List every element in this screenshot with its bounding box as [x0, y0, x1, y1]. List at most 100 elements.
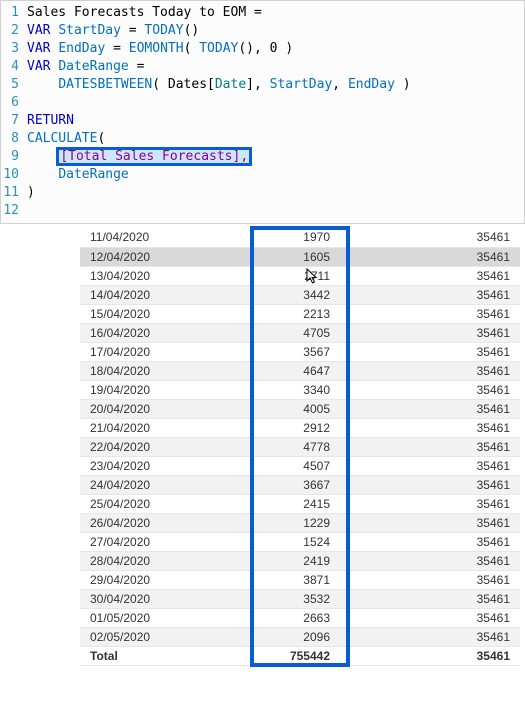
cell-total[interactable]: 35461 — [340, 380, 520, 399]
cell-date[interactable]: 27/04/2020 — [80, 532, 170, 551]
cell-value[interactable]: 1229 — [170, 513, 340, 532]
table-row[interactable]: 18/04/2020464735461 — [80, 361, 520, 380]
cell-value[interactable]: 2415 — [170, 494, 340, 513]
table-row[interactable]: 17/04/2020356735461 — [80, 342, 520, 361]
cell-date[interactable]: 26/04/2020 — [80, 513, 170, 532]
cell-total[interactable]: 35461 — [340, 494, 520, 513]
code-line[interactable]: 3VAR EndDay = EOMONTH( TODAY(), 0 ) — [1, 39, 524, 57]
table-row[interactable]: 01/05/2020266335461 — [80, 608, 520, 627]
cell-total[interactable]: 35461 — [340, 361, 520, 380]
cell-date[interactable]: 14/04/2020 — [80, 285, 170, 304]
cell-value[interactable]: 2711 — [170, 266, 340, 285]
cell-value[interactable]: 2213 — [170, 304, 340, 323]
cell-total[interactable]: 35461 — [340, 247, 520, 266]
code-line[interactable]: 11) — [1, 183, 524, 201]
cell-total[interactable]: 35461 — [340, 627, 520, 646]
cell-date[interactable]: 17/04/2020 — [80, 342, 170, 361]
cell-value[interactable]: 2096 — [170, 627, 340, 646]
cell-value[interactable]: 4778 — [170, 437, 340, 456]
code-content[interactable]: [Total Sales Forecasts], — [27, 149, 524, 164]
cell-total[interactable]: 35461 — [340, 456, 520, 475]
cell-date[interactable]: 13/04/2020 — [80, 266, 170, 285]
code-line[interactable]: 8CALCULATE( — [1, 129, 524, 147]
cell-value[interactable]: 4647 — [170, 361, 340, 380]
table-row[interactable]: 15/04/2020221335461 — [80, 304, 520, 323]
code-line[interactable]: 2VAR StartDay = TODAY() — [1, 21, 524, 39]
code-line[interactable]: 10 DateRange — [1, 165, 524, 183]
table-row[interactable]: 24/04/2020366735461 — [80, 475, 520, 494]
cell-total[interactable]: 35461 — [340, 342, 520, 361]
dax-editor[interactable]: 1Sales Forecasts Today to EOM =2VAR Star… — [0, 0, 525, 224]
cell-date[interactable]: 23/04/2020 — [80, 456, 170, 475]
cell-value[interactable]: 3567 — [170, 342, 340, 361]
cell-value[interactable]: 1524 — [170, 532, 340, 551]
table-row[interactable]: 28/04/2020241935461 — [80, 551, 520, 570]
cell-date[interactable]: 12/04/2020 — [80, 247, 170, 266]
cell-value[interactable]: 1605 — [170, 247, 340, 266]
cell-total[interactable]: 35461 — [340, 228, 520, 247]
code-line[interactable]: 4VAR DateRange = — [1, 57, 524, 75]
code-line[interactable]: 7RETURN — [1, 111, 524, 129]
code-content[interactable]: VAR DateRange = — [27, 59, 524, 74]
cell-total[interactable]: 35461 — [340, 266, 520, 285]
code-content[interactable]: CALCULATE( — [27, 131, 524, 146]
table-row[interactable]: 19/04/2020334035461 — [80, 380, 520, 399]
data-table[interactable]: 11/04/202019703546112/04/202016053546113… — [80, 228, 520, 666]
cell-total[interactable]: 35461 — [340, 399, 520, 418]
table-row[interactable]: 29/04/2020387135461 — [80, 570, 520, 589]
code-content[interactable]: ) — [27, 185, 524, 200]
cell-total[interactable]: 35461 — [340, 418, 520, 437]
cell-total[interactable]: 35461 — [340, 437, 520, 456]
cell-date[interactable]: 15/04/2020 — [80, 304, 170, 323]
code-line[interactable]: 5 DATESBETWEEN( Dates[Date], StartDay, E… — [1, 75, 524, 93]
cell-total[interactable]: 35461 — [340, 304, 520, 323]
cell-date[interactable]: 16/04/2020 — [80, 323, 170, 342]
cell-value[interactable]: 2912 — [170, 418, 340, 437]
cell-value[interactable]: 3871 — [170, 570, 340, 589]
cell-value[interactable]: 3442 — [170, 285, 340, 304]
cell-total[interactable]: 35461 — [340, 589, 520, 608]
cell-total[interactable]: 35461 — [340, 570, 520, 589]
cell-value[interactable]: 4705 — [170, 323, 340, 342]
table-row[interactable]: 11/04/2020197035461 — [80, 228, 520, 247]
cell-total[interactable]: 35461 — [340, 608, 520, 627]
table-row[interactable]: 13/04/2020271135461 — [80, 266, 520, 285]
code-line[interactable]: 1Sales Forecasts Today to EOM = — [1, 3, 524, 21]
cell-date[interactable]: 30/04/2020 — [80, 589, 170, 608]
table-row[interactable]: 25/04/2020241535461 — [80, 494, 520, 513]
code-content[interactable]: DATESBETWEEN( Dates[Date], StartDay, End… — [27, 77, 524, 92]
cell-value[interactable]: 1970 — [170, 228, 340, 247]
table-row[interactable]: 12/04/2020160535461 — [80, 247, 520, 266]
cell-value[interactable]: 2663 — [170, 608, 340, 627]
table-row[interactable]: 26/04/2020122935461 — [80, 513, 520, 532]
cell-total[interactable]: 35461 — [340, 475, 520, 494]
cell-date[interactable]: 02/05/2020 — [80, 627, 170, 646]
cell-date[interactable]: 20/04/2020 — [80, 399, 170, 418]
code-line[interactable]: 9 [Total Sales Forecasts], — [1, 147, 524, 165]
cell-date[interactable]: 22/04/2020 — [80, 437, 170, 456]
code-content[interactable]: Sales Forecasts Today to EOM = — [27, 5, 524, 20]
cell-date[interactable]: 28/04/2020 — [80, 551, 170, 570]
code-line[interactable]: 12 — [1, 201, 524, 219]
code-content[interactable]: VAR EndDay = EOMONTH( TODAY(), 0 ) — [27, 41, 524, 56]
cell-value[interactable]: 4507 — [170, 456, 340, 475]
cell-value[interactable]: 3532 — [170, 589, 340, 608]
table-row[interactable]: 22/04/2020477835461 — [80, 437, 520, 456]
table-total-row[interactable]: Total75544235461 — [80, 646, 520, 665]
cell-total[interactable]: 35461 — [340, 532, 520, 551]
cell-value[interactable]: 2419 — [170, 551, 340, 570]
cell-date[interactable]: 21/04/2020 — [80, 418, 170, 437]
table-row[interactable]: 02/05/2020209635461 — [80, 627, 520, 646]
cell-total[interactable]: 35461 — [340, 285, 520, 304]
cell-total[interactable]: 35461 — [340, 323, 520, 342]
code-content[interactable]: VAR StartDay = TODAY() — [27, 23, 524, 38]
table-row[interactable]: 27/04/2020152435461 — [80, 532, 520, 551]
cell-date[interactable]: 19/04/2020 — [80, 380, 170, 399]
code-line[interactable]: 6 — [1, 93, 524, 111]
cell-date[interactable]: 11/04/2020 — [80, 228, 170, 247]
table-row[interactable]: 16/04/2020470535461 — [80, 323, 520, 342]
cell-value[interactable]: 3667 — [170, 475, 340, 494]
cell-total[interactable]: 35461 — [340, 551, 520, 570]
cell-date[interactable]: 29/04/2020 — [80, 570, 170, 589]
cell-date[interactable]: 25/04/2020 — [80, 494, 170, 513]
